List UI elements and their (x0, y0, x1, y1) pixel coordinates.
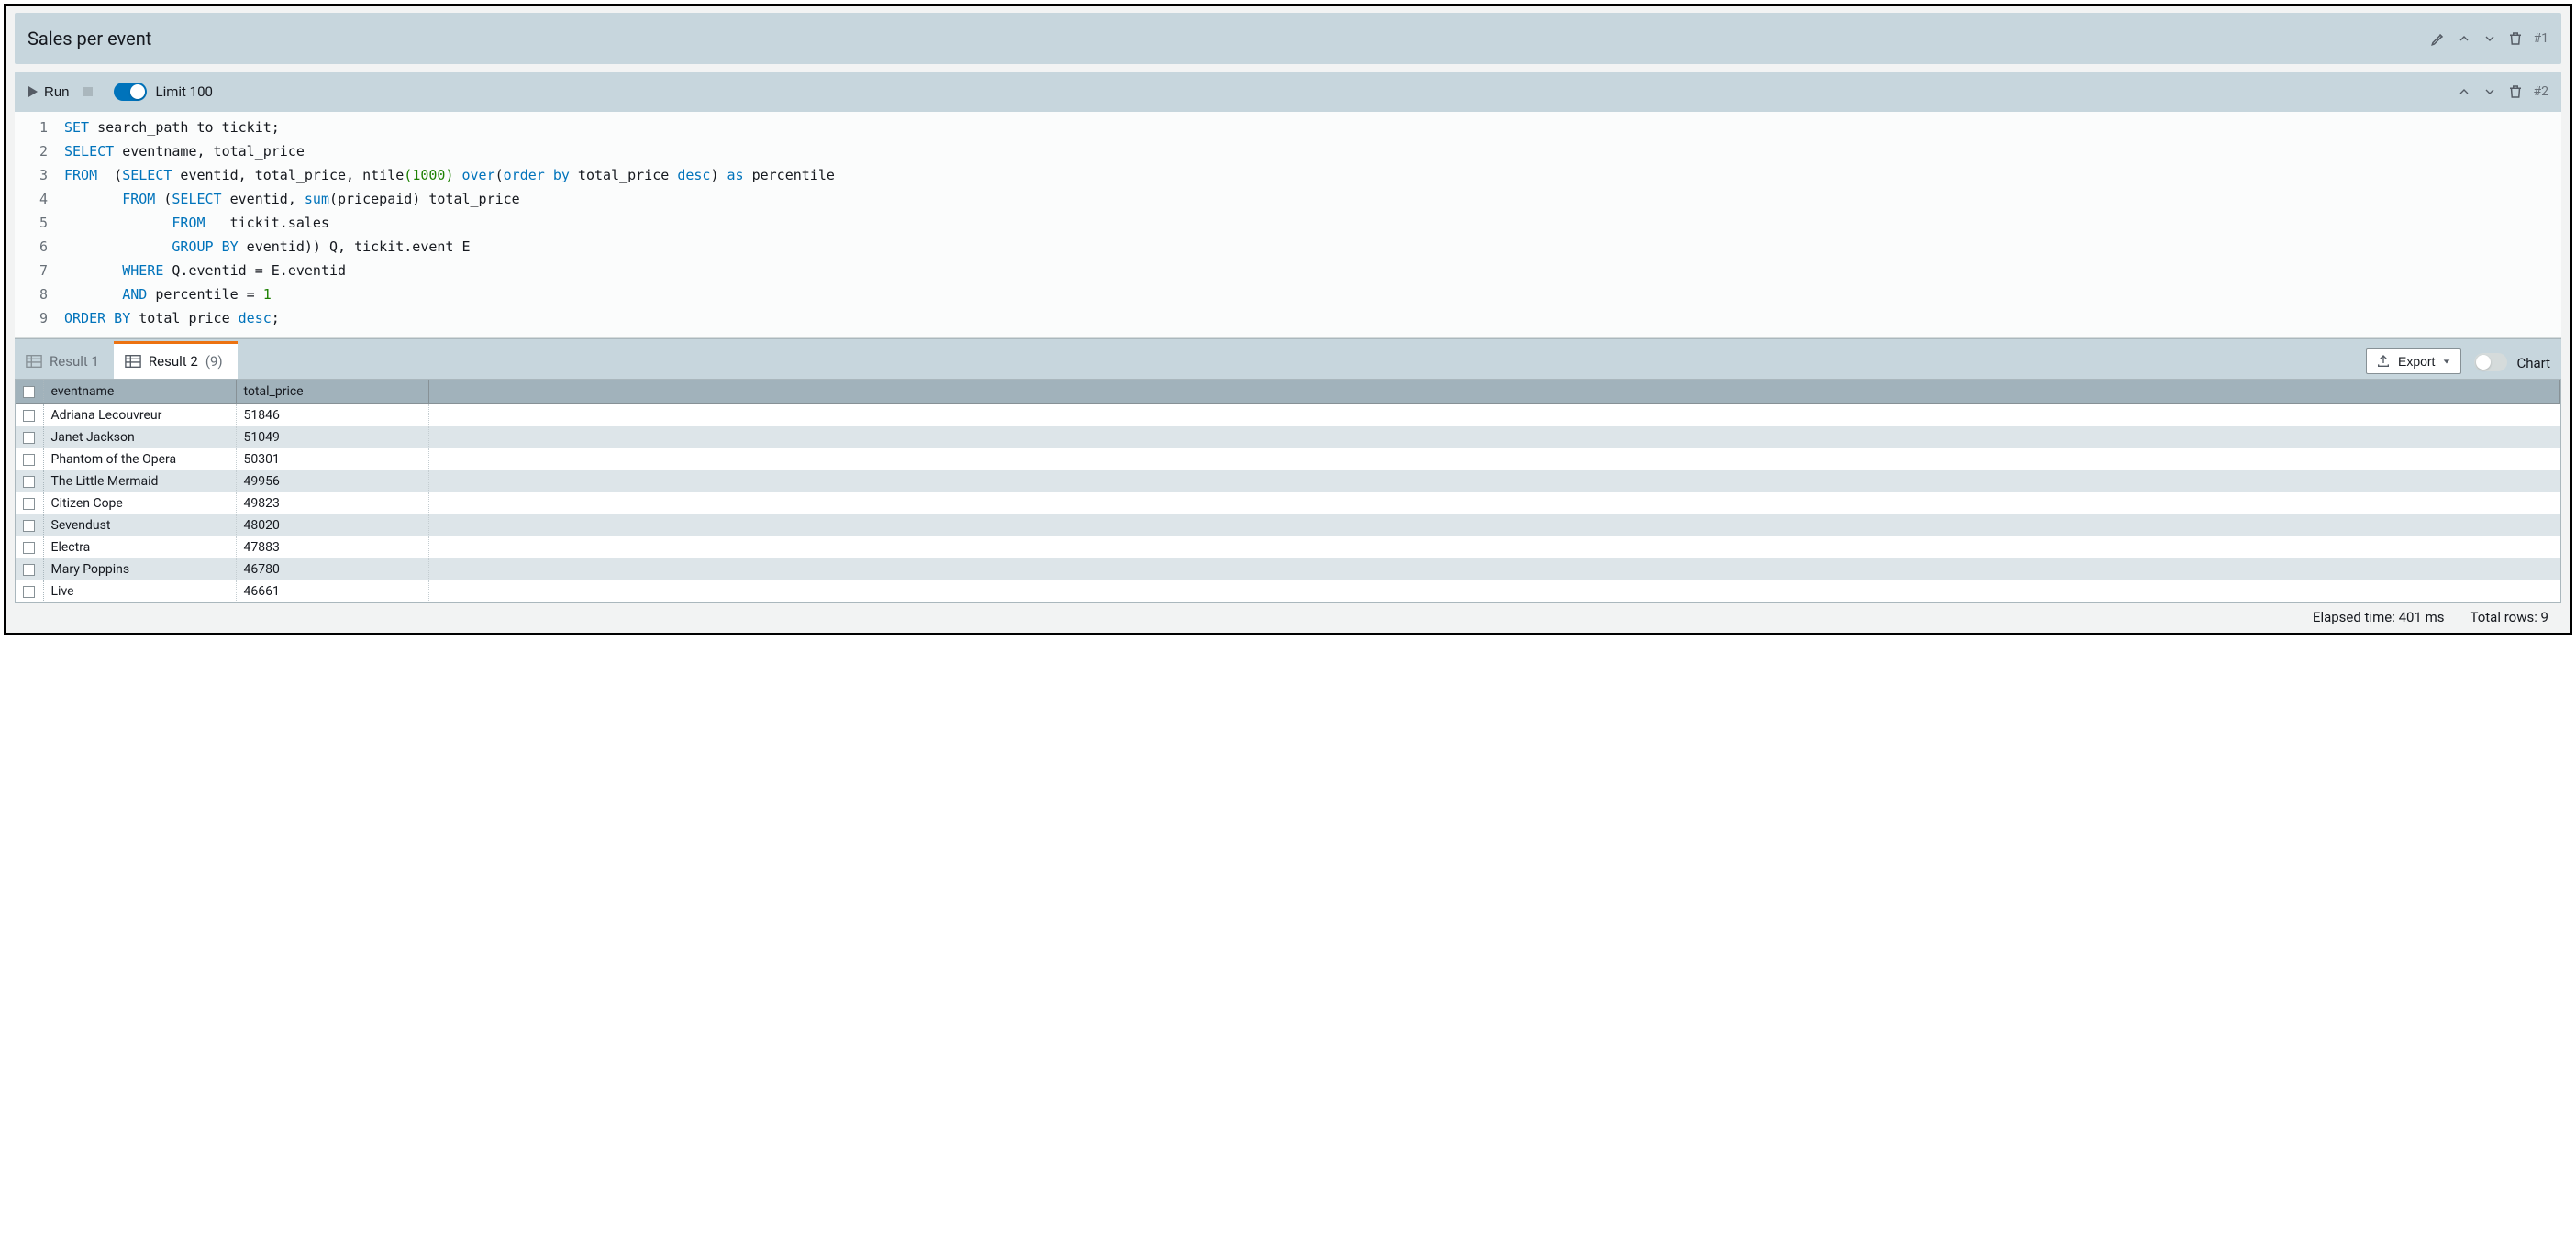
status-bar: Elapsed time: 401 ms Total rows: 9 (15, 603, 2561, 627)
row-checkbox[interactable] (16, 426, 43, 448)
limit-toggle[interactable] (114, 83, 147, 101)
row-checkbox[interactable] (16, 514, 43, 536)
delete-icon[interactable] (2503, 26, 2528, 51)
total-rows-label: Total rows: 9 (2470, 609, 2548, 625)
cell-index-label: #1 (2534, 31, 2549, 46)
table-row[interactable]: Sevendust48020 (16, 514, 2560, 536)
cell-index-label-2: #2 (2534, 84, 2549, 99)
stop-button[interactable] (83, 86, 94, 97)
cell-eventname: Adriana Lecouvreur (43, 404, 236, 427)
results-tab-bar: Result 1 Result 2 (9) Export Chart (15, 338, 2561, 379)
row-checkbox[interactable] (16, 536, 43, 558)
chart-toggle[interactable] (2474, 353, 2507, 371)
cell-total-price: 50301 (236, 448, 428, 470)
tab-result-1[interactable]: Result 1 (15, 344, 114, 379)
cell-eventname: Sevendust (43, 514, 236, 536)
cell-total-price: 48020 (236, 514, 428, 536)
table-row[interactable]: Citizen Cope49823 (16, 492, 2560, 514)
table-row[interactable]: Mary Poppins46780 (16, 558, 2560, 580)
cell-total-price: 49823 (236, 492, 428, 514)
play-icon (28, 85, 39, 98)
row-checkbox[interactable] (16, 448, 43, 470)
collapse-up-icon[interactable] (2451, 79, 2477, 105)
caret-down-icon (2442, 357, 2451, 366)
cell-eventname: The Little Mermaid (43, 470, 236, 492)
table-icon (26, 354, 42, 369)
cell-empty (428, 558, 2560, 580)
export-icon (2376, 354, 2391, 369)
cell-empty (428, 580, 2560, 602)
table-icon (125, 354, 141, 369)
cell-empty (428, 426, 2560, 448)
row-checkbox[interactable] (16, 558, 43, 580)
table-header-row: eventname total_price (16, 380, 2560, 404)
cell-eventname: Mary Poppins (43, 558, 236, 580)
cell-title: Sales per event (28, 28, 2426, 50)
elapsed-time-label: Elapsed time: 401 ms (2313, 609, 2445, 625)
run-label: Run (44, 84, 70, 100)
results-table-wrapper: eventname total_price Adriana Lecouvreur… (15, 379, 2561, 603)
cell-empty (428, 470, 2560, 492)
sql-editor[interactable]: 1SET search_path to tickit; 2SELECT even… (15, 112, 2561, 338)
delete-cell-icon[interactable] (2503, 79, 2528, 105)
query-toolbar: Run Limit 100 #2 (15, 72, 2561, 112)
chart-label: Chart (2516, 355, 2550, 371)
cell-eventname: Janet Jackson (43, 426, 236, 448)
cell-eventname: Electra (43, 536, 236, 558)
row-checkbox[interactable] (16, 580, 43, 602)
collapse-down-icon[interactable] (2477, 79, 2503, 105)
table-row[interactable]: Electra47883 (16, 536, 2560, 558)
cell-total-price: 51049 (236, 426, 428, 448)
column-header-eventname[interactable]: eventname (43, 380, 236, 404)
table-row[interactable]: Live46661 (16, 580, 2560, 602)
column-header-empty (428, 380, 2560, 404)
tab-count: (9) (205, 353, 223, 370)
row-checkbox[interactable] (16, 470, 43, 492)
cell-total-price: 51846 (236, 404, 428, 427)
cell-eventname: Phantom of the Opera (43, 448, 236, 470)
cell-empty (428, 448, 2560, 470)
export-label: Export (2398, 354, 2435, 369)
table-row[interactable]: The Little Mermaid49956 (16, 470, 2560, 492)
column-header-total-price[interactable]: total_price (236, 380, 428, 404)
cell-empty (428, 536, 2560, 558)
cell-total-price: 46661 (236, 580, 428, 602)
cell-eventname: Citizen Cope (43, 492, 236, 514)
cell-title-bar: Sales per event #1 (15, 13, 2561, 64)
cell-eventname: Live (43, 580, 236, 602)
row-checkbox[interactable] (16, 404, 43, 427)
edit-icon[interactable] (2426, 26, 2451, 51)
table-row[interactable]: Adriana Lecouvreur51846 (16, 404, 2560, 427)
export-button[interactable]: Export (2366, 348, 2461, 374)
cell-empty (428, 404, 2560, 427)
row-checkbox[interactable] (16, 492, 43, 514)
tab-label: Result 2 (149, 353, 198, 370)
select-all-header[interactable] (16, 380, 43, 404)
tab-label: Result 1 (50, 353, 99, 370)
table-row[interactable]: Phantom of the Opera50301 (16, 448, 2560, 470)
cell-total-price: 49956 (236, 470, 428, 492)
cell-total-price: 47883 (236, 536, 428, 558)
table-row[interactable]: Janet Jackson51049 (16, 426, 2560, 448)
tab-result-2[interactable]: Result 2 (9) (114, 341, 238, 379)
limit-label: Limit 100 (156, 83, 213, 100)
results-table: eventname total_price Adriana Lecouvreur… (16, 380, 2560, 602)
move-down-icon[interactable] (2477, 26, 2503, 51)
cell-total-price: 46780 (236, 558, 428, 580)
notebook-container: Sales per event #1 Run Limit 100 (4, 4, 2572, 635)
stop-icon (83, 86, 94, 97)
move-up-icon[interactable] (2451, 26, 2477, 51)
run-button[interactable]: Run (28, 84, 70, 100)
cell-empty (428, 514, 2560, 536)
cell-empty (428, 492, 2560, 514)
